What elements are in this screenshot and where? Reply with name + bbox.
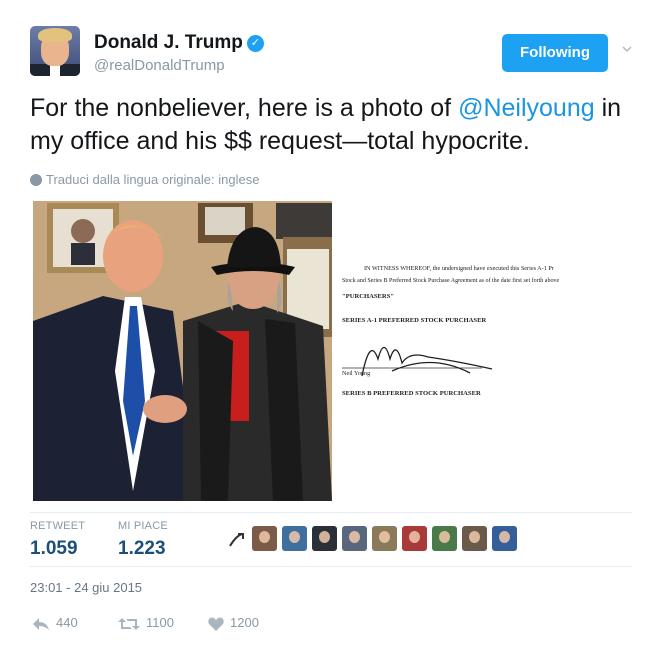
translate-link[interactable]: Traduci dalla lingua originale: inglese <box>30 172 259 187</box>
likers-arrow-icon <box>229 533 244 547</box>
doc-signer: Neil Young <box>342 370 370 377</box>
avatar[interactable] <box>30 26 80 76</box>
engagement-stats: RETWEET 1.059 MI PIACE 1.223 <box>30 520 632 566</box>
tweet-photo[interactable] <box>33 201 332 501</box>
document-illustration: IN WITNESS WHEREOF, the undersigned have… <box>342 265 559 397</box>
retweet-count: 1.059 <box>30 538 78 559</box>
chevron-down-icon[interactable] <box>622 44 632 54</box>
doc-line1: IN WITNESS WHEREOF, the undersigned have… <box>364 265 554 272</box>
likes-stat[interactable]: MI PIACE 1.223 <box>118 520 168 560</box>
photo-illustration <box>33 201 332 501</box>
tweet-text-part1: For the nonbeliever, here is a photo of <box>30 94 459 122</box>
liker-avatar[interactable] <box>342 526 367 551</box>
doc-series-a: SERIES A-1 PREFERRED STOCK PURCHASER <box>342 317 486 324</box>
liker-avatar[interactable] <box>252 526 277 551</box>
tweet-header: Donald J. Trump ✓ @realDonaldTrump Follow… <box>30 26 640 80</box>
tweet-timestamp[interactable]: 23:01 - 24 giu 2015 <box>30 580 142 595</box>
liker-avatar[interactable] <box>372 526 397 551</box>
signature-mark <box>361 346 493 377</box>
liker-avatar[interactable] <box>312 526 337 551</box>
doc-series-b: SERIES B PREFERRED STOCK PURCHASER <box>342 390 481 397</box>
reply-count: 440 <box>56 615 78 630</box>
liker-avatar[interactable] <box>402 526 427 551</box>
reply-button[interactable]: 440 <box>32 612 78 634</box>
retweet-action-count: 1100 <box>146 615 174 630</box>
mention-link[interactable]: @Neilyoung <box>458 94 595 122</box>
liker-avatar[interactable] <box>462 526 487 551</box>
likes-count: 1.223 <box>118 538 166 559</box>
author-info[interactable]: Donald J. Trump ✓ @realDonaldTrump <box>94 32 264 74</box>
like-count: 1200 <box>230 615 259 630</box>
display-name[interactable]: Donald J. Trump <box>94 32 243 54</box>
divider <box>30 566 632 567</box>
doc-purchasers: "PURCHASERS" <box>342 293 394 300</box>
retweet-stat[interactable]: RETWEET 1.059 <box>30 520 85 560</box>
document-image[interactable]: IN WITNESS WHEREOF, the undersigned have… <box>332 201 632 501</box>
tweet-actions: 440 1100 1200 <box>30 612 632 634</box>
user-handle[interactable]: @realDonaldTrump <box>94 57 264 74</box>
retweet-icon <box>118 617 140 630</box>
reply-icon <box>33 617 49 630</box>
liker-avatar[interactable] <box>432 526 457 551</box>
like-button[interactable]: 1200 <box>208 612 259 634</box>
retweet-button[interactable]: 1100 <box>118 612 174 634</box>
translate-label: Traduci dalla lingua originale: inglese <box>46 172 260 187</box>
likes-label: MI PIACE <box>118 520 168 532</box>
globe-icon <box>30 174 42 186</box>
retweet-label: RETWEET <box>30 520 86 532</box>
tweet-text: For the nonbeliever, here is a photo of … <box>30 92 640 158</box>
divider <box>30 512 632 513</box>
liker-avatar[interactable] <box>492 526 517 551</box>
doc-line2: Stock and Series B Preferred Stock Purch… <box>342 277 559 284</box>
verified-badge-icon: ✓ <box>246 34 264 52</box>
liker-avatar[interactable] <box>282 526 307 551</box>
heart-icon <box>208 617 224 631</box>
following-button[interactable]: Following <box>502 34 608 72</box>
